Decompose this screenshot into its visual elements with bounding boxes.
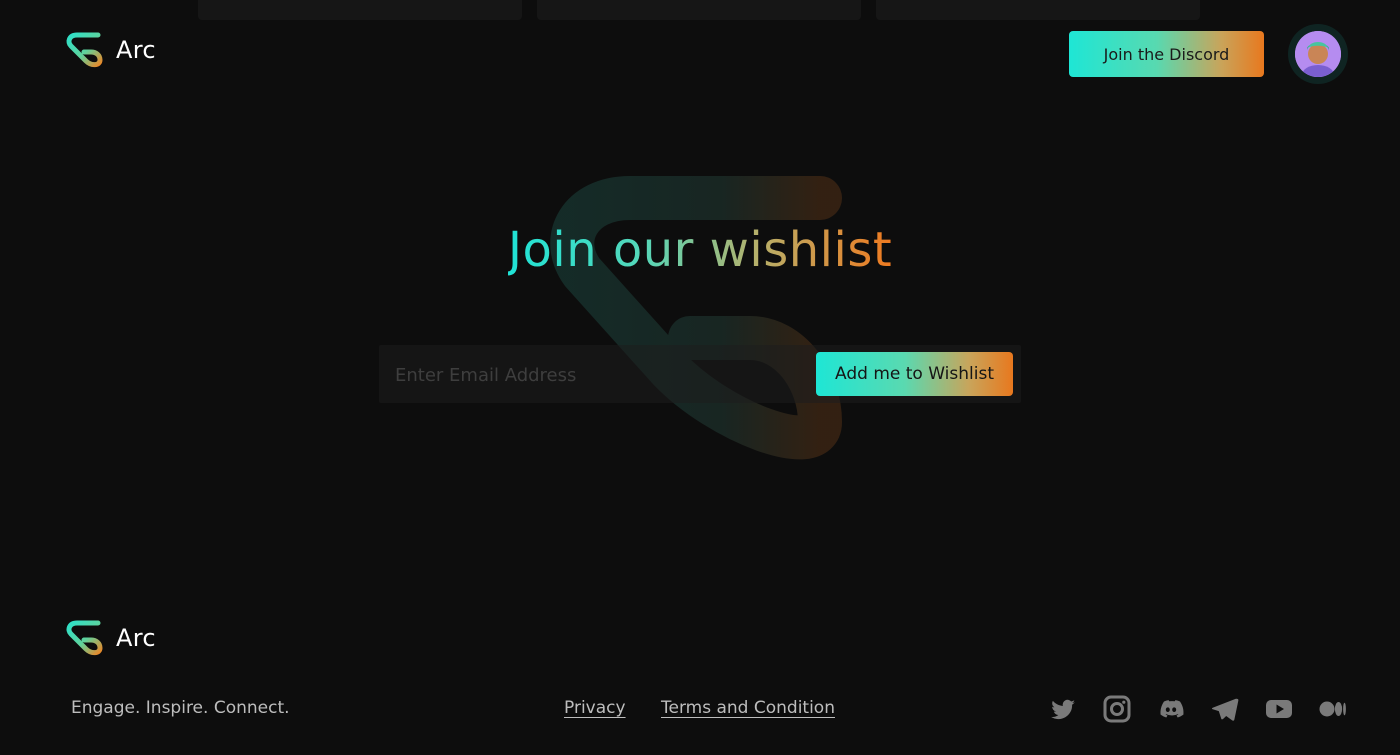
- add-to-wishlist-button[interactable]: Add me to Wishlist: [816, 352, 1013, 396]
- telegram-icon[interactable]: [1198, 694, 1252, 724]
- background-logo: [550, 176, 842, 460]
- twitter-icon[interactable]: [1036, 694, 1090, 724]
- footer-brand[interactable]: Arc: [64, 618, 156, 658]
- social-links: [1036, 694, 1360, 724]
- join-discord-button[interactable]: Join the Discord: [1069, 31, 1264, 77]
- header-brand[interactable]: Arc: [64, 30, 156, 70]
- email-input[interactable]: [393, 345, 797, 405]
- footer-tagline: Engage. Inspire. Connect.: [71, 698, 290, 718]
- youtube-icon[interactable]: [1252, 694, 1306, 724]
- hero-title-text: Join our wishlist: [507, 222, 893, 278]
- brand-name: Arc: [116, 624, 156, 652]
- discord-icon[interactable]: [1144, 694, 1198, 724]
- instagram-icon[interactable]: [1090, 694, 1144, 724]
- top-strip: [198, 0, 522, 20]
- terms-link[interactable]: Terms and Condition: [661, 698, 835, 718]
- medium-icon[interactable]: [1306, 694, 1360, 724]
- top-strips: [0, 0, 1400, 22]
- arc-logo-icon: [66, 32, 103, 68]
- top-strip: [876, 0, 1200, 20]
- hero-title: Join our wishlist: [0, 222, 1400, 278]
- arc-logo-icon: [66, 620, 103, 656]
- privacy-link[interactable]: Privacy: [564, 698, 626, 718]
- avatar-icon: [1295, 31, 1341, 77]
- avatar[interactable]: [1288, 24, 1348, 84]
- wishlist-page: Arc Join the Discord Join our wishlist A…: [0, 0, 1400, 755]
- top-strip: [537, 0, 861, 20]
- brand-name: Arc: [116, 36, 156, 64]
